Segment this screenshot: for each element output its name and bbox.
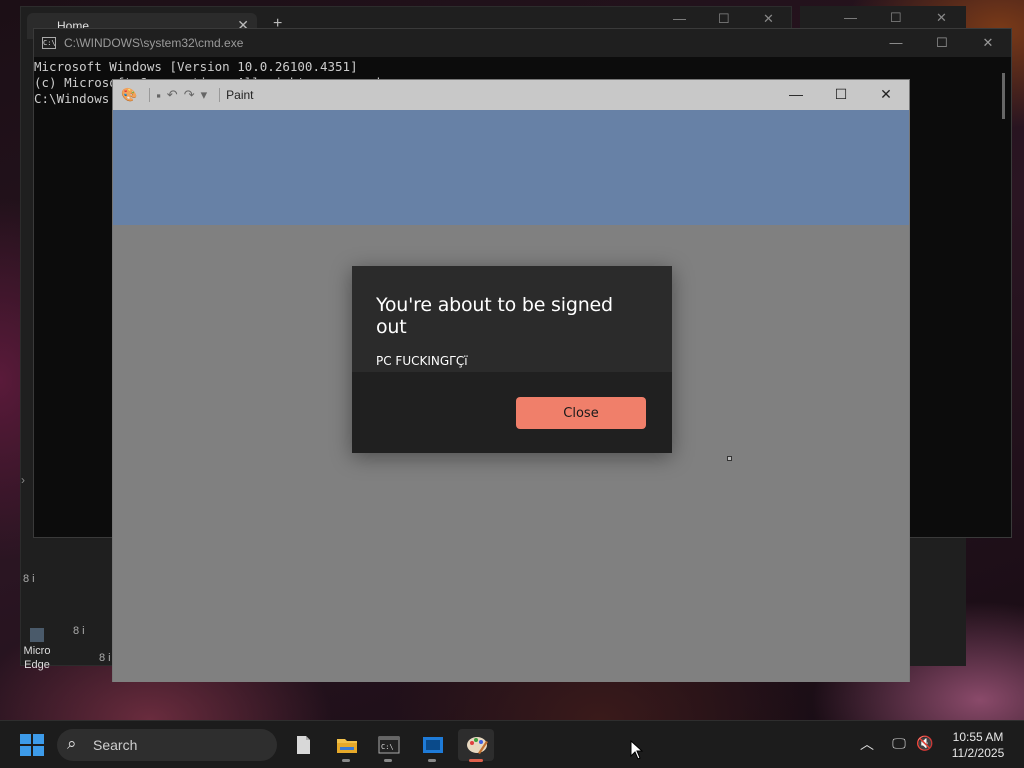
taskbar-app-window[interactable] — [414, 729, 450, 762]
maximize-icon[interactable]: ☐ — [829, 86, 853, 103]
paint-app-icon: 🎨 — [121, 87, 138, 102]
system-clock[interactable]: 10:55 AM 11/2/2025 — [942, 729, 1014, 761]
redo-icon[interactable]: ↷ — [184, 87, 195, 103]
windows-logo-tile — [33, 746, 44, 756]
close-icon[interactable]: ✕ — [936, 10, 947, 26]
maximize-icon[interactable]: ☐ — [932, 35, 952, 51]
minimize-icon[interactable]: — — [673, 11, 686, 26]
paint-titlebar[interactable]: 🎨 ▪ ↶ ↷ ▾ Paint — ☐ ✕ — [113, 80, 909, 110]
dialog-footer: Close — [352, 372, 672, 453]
list-item: 8 i — [23, 573, 35, 585]
minimize-icon[interactable]: — — [844, 10, 857, 25]
dialog-message: PC FUCKINGΓÇï — [376, 354, 468, 368]
paint-title: Paint — [226, 88, 254, 102]
paint-icon — [467, 737, 488, 754]
desktop-shortcut-label: Micro Edge — [23, 645, 51, 671]
close-icon[interactable]: ✕ — [978, 35, 998, 51]
search-input[interactable]: ⌕ Search — [57, 729, 277, 761]
close-icon[interactable]: ✕ — [874, 86, 898, 103]
desktop-shortcut-edge[interactable]: Micro Edge — [10, 628, 64, 672]
maximize-icon[interactable]: ☐ — [890, 10, 902, 26]
network-icon[interactable]: 🖵 — [890, 735, 908, 751]
running-indicator — [384, 759, 392, 762]
volume-muted-icon[interactable]: 🔇 — [916, 735, 934, 751]
scrollbar[interactable] — [1002, 73, 1005, 119]
close-button[interactable]: Close — [516, 397, 646, 429]
file-explorer-icon — [337, 739, 357, 753]
canvas-resize-handle[interactable] — [727, 456, 732, 461]
undo-icon[interactable]: ↶ — [167, 87, 178, 103]
running-indicator — [428, 759, 436, 762]
close-icon[interactable]: ✕ — [763, 11, 774, 27]
cmd-titlebar[interactable]: C:\ C:\WINDOWS\system32\cmd.exe — [34, 29, 1011, 57]
cmd-line: Microsoft Windows [Version 10.0.26100.43… — [34, 59, 358, 74]
windows-logo-tile — [20, 746, 31, 756]
clock-time: 10:55 AM — [952, 730, 1004, 744]
svg-text:C:\: C:\ — [381, 743, 394, 751]
chevron-right-icon[interactable]: › — [21, 473, 25, 487]
maximize-icon[interactable]: ☐ — [718, 11, 730, 27]
divider — [219, 88, 221, 102]
terminal-icon: C:\ — [378, 736, 400, 754]
cmd-title: C:\WINDOWS\system32\cmd.exe — [64, 36, 244, 50]
taskbar-app-file[interactable] — [284, 729, 320, 761]
windows-logo-tile — [20, 734, 31, 744]
file-icon — [297, 736, 310, 754]
clock-date: 11/2/2025 — [951, 746, 1005, 760]
taskbar: ⌕ Search C:\ ︿ 🖵 🔇 10:55 AM 11/2/2025 — [0, 720, 1024, 768]
running-indicator — [469, 759, 483, 762]
quick-access-toolbar: 🎨 ▪ ↶ ↷ ▾ — [121, 87, 226, 103]
taskbar-app-paint[interactable] — [458, 729, 494, 762]
dialog-content: You're about to be signed out PC FUCKING… — [352, 266, 672, 372]
app-window-icon — [423, 737, 443, 753]
chevron-down-icon[interactable]: ▾ — [201, 87, 208, 103]
list-item: 8 i — [99, 652, 111, 664]
minimize-icon[interactable]: — — [784, 86, 808, 102]
divider — [149, 88, 151, 102]
edge-icon — [30, 628, 44, 642]
list-item: 8 i — [73, 625, 85, 637]
chevron-up-icon[interactable]: ︿ — [860, 734, 874, 754]
running-indicator — [342, 759, 350, 762]
save-icon[interactable]: ▪ — [156, 88, 161, 103]
paint-ribbon — [113, 110, 909, 225]
search-icon: ⌕ — [67, 734, 77, 753]
cmd-icon: C:\ — [42, 37, 56, 49]
windows-logo-tile — [33, 734, 44, 744]
taskbar-app-file-explorer[interactable] — [328, 729, 364, 762]
signout-dialog: You're about to be signed out PC FUCKING… — [352, 266, 672, 453]
start-button[interactable] — [20, 734, 44, 756]
dialog-title: You're about to be signed out — [376, 294, 613, 338]
mouse-cursor-icon — [630, 740, 644, 760]
search-placeholder: Search — [93, 737, 138, 753]
minimize-icon[interactable]: — — [886, 35, 906, 50]
taskbar-app-terminal[interactable]: C:\ — [370, 729, 406, 762]
